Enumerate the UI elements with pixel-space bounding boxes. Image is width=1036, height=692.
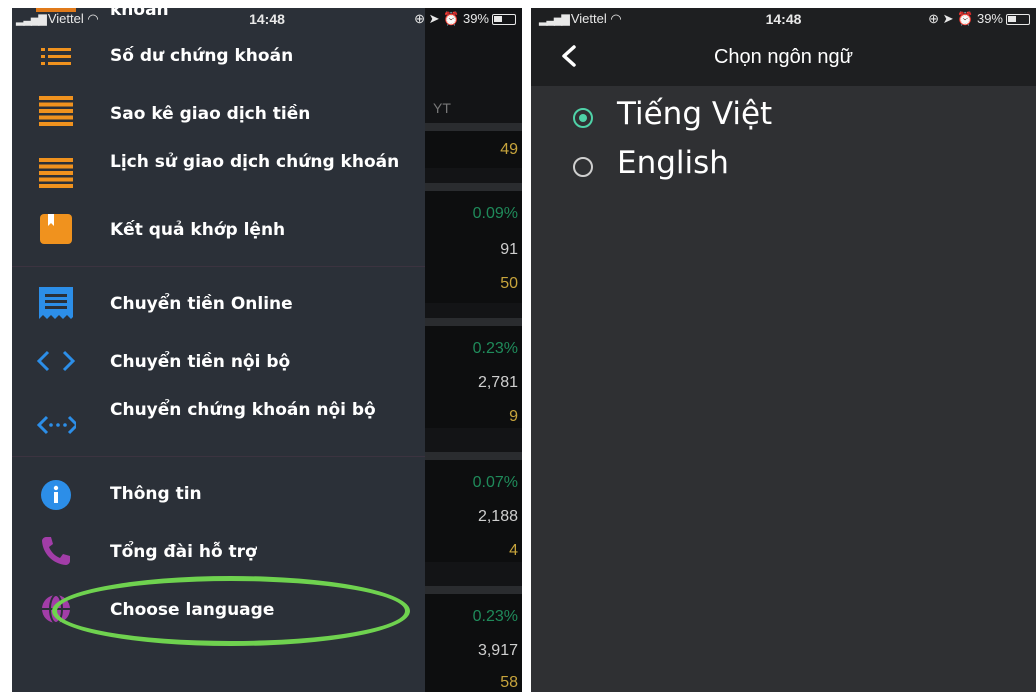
- status-bar: ▂▃▅▇ Viettel ◠ 14:48 ⊕ ➤ ⏰ 39%: [531, 8, 1036, 30]
- menu-item-thong-tin[interactable]: Thông tin: [12, 472, 425, 516]
- carrier-name: Viettel: [570, 11, 607, 26]
- page-title: Chọn ngôn ngữ: [713, 46, 854, 68]
- location-icon: ➤: [942, 11, 954, 26]
- stock-value: 49: [500, 141, 518, 158]
- list-icon: [36, 42, 76, 72]
- stock-value: 4: [509, 542, 518, 559]
- highlight-annotation: [52, 576, 410, 646]
- stock-value: 58: [500, 674, 518, 691]
- stock-change: 0.07%: [472, 474, 518, 491]
- info-icon: [36, 480, 76, 510]
- status-time: 14:48: [765, 11, 802, 27]
- menu-item-lich-su[interactable]: Lịch sử giao dịch chứng khoán: [12, 148, 425, 198]
- menu-item-label: Số dư chứng khoán: [110, 46, 294, 66]
- menu-item-chuyen-tien-noi-bo[interactable]: Chuyển tiền nội bộ: [12, 340, 425, 384]
- menu-item-tong-dai[interactable]: Tổng đài hỗ trợ: [12, 530, 425, 574]
- menu-item-label: Lịch sử giao dịch chứng khoán: [110, 152, 400, 172]
- stock-list-background: YT 49 0.09% 91 50 0.23% 2,781 9 0.07% 2,…: [425, 8, 522, 692]
- menu-item-label: Thông tin: [110, 484, 202, 504]
- nav-bar: Chọn ngôn ngữ: [531, 30, 1036, 86]
- menu-item-sao-ke[interactable]: Sao kê giao dịch tiền: [12, 92, 425, 136]
- radio-selected-icon[interactable]: [573, 108, 593, 128]
- status-bar: ▂▃▅▇ Viettel ◠ 14:48 ⊕ ➤ ⏰ 39%: [12, 8, 522, 30]
- lock-rotation-icon: ⊕: [928, 11, 939, 26]
- language-label: Tiếng Việt: [617, 96, 773, 132]
- menu-item-label: Tổng đài hỗ trợ: [110, 542, 257, 562]
- stock-row[interactable]: 49: [425, 123, 522, 168]
- status-time: 14:48: [249, 11, 285, 27]
- stock-row[interactable]: 0.07% 2,188 4: [425, 452, 522, 562]
- signal-icon: ▂▃▅▇: [16, 14, 47, 26]
- menu-item-chuyen-ck-noi-bo[interactable]: Chuyển chứng khoán nội bộ: [12, 396, 425, 446]
- stock-row[interactable]: 0.23% 3,917 58: [425, 586, 522, 692]
- stock-value: 9: [509, 408, 518, 425]
- stock-value: 50: [500, 275, 518, 292]
- side-drawer: khoản Số dư chứng khoán Sao kê giao dịch…: [12, 8, 425, 692]
- stock-value: 2,781: [477, 374, 518, 391]
- phone-icon: [36, 536, 76, 566]
- lock-rotation-icon: ⊕: [414, 11, 425, 26]
- stock-column-header: YT: [433, 100, 451, 116]
- stock-value: 91: [500, 241, 518, 258]
- statement-icon: [36, 96, 76, 126]
- status-right: ⊕ ➤ ⏰ 39%: [928, 11, 1030, 27]
- battery-percent: 39%: [976, 11, 1003, 26]
- stock-value: 3,917: [477, 642, 518, 659]
- battery-icon: [492, 14, 516, 26]
- carrier-name: Viettel: [47, 11, 84, 26]
- menu-item-label: Chuyển tiền Online: [110, 294, 293, 314]
- battery-percent: 39%: [462, 11, 489, 26]
- carrier: ▂▃▅▇ Viettel ◠: [16, 11, 99, 27]
- wifi-icon: ◠: [610, 11, 622, 26]
- menu-divider: [12, 266, 425, 267]
- language-label: English: [617, 145, 729, 181]
- menu-item-so-du[interactable]: Số dư chứng khoán: [12, 36, 425, 80]
- carrier: ▂▃▅▇ Viettel ◠: [539, 11, 622, 27]
- stock-row[interactable]: 0.09% 91 50: [425, 183, 522, 303]
- right-screen: ▂▃▅▇ Viettel ◠ 14:48 ⊕ ➤ ⏰ 39% Chọn ngôn …: [531, 8, 1036, 692]
- wifi-icon: ◠: [87, 11, 99, 26]
- menu-item-label: Chuyển chứng khoán nội bộ: [110, 400, 376, 420]
- stock-change: 0.09%: [472, 205, 518, 222]
- status-right: ⊕ ➤ ⏰ 39%: [414, 11, 516, 27]
- menu-item-chuyen-tien-online[interactable]: Chuyển tiền Online: [12, 282, 425, 326]
- stock-value: 2,188: [477, 508, 518, 525]
- location-icon: ➤: [428, 11, 440, 26]
- radio-unselected-icon[interactable]: [573, 157, 593, 177]
- menu-item-label: Kết quả khớp lệnh: [110, 220, 286, 240]
- history-icon: [36, 158, 76, 188]
- stock-change: 0.23%: [472, 340, 518, 357]
- left-screen: YT 49 0.09% 91 50 0.23% 2,781 9 0.07% 2,…: [12, 8, 522, 692]
- stock-change: 0.23%: [472, 608, 518, 625]
- menu-divider: [12, 456, 425, 457]
- menu-item-ket-qua[interactable]: Kết quả khớp lệnh: [12, 208, 425, 252]
- alarm-icon: ⏰: [957, 11, 974, 26]
- receipt-icon: [36, 287, 76, 319]
- alarm-icon: ⏰: [443, 11, 460, 26]
- menu-item-label: Chuyển tiền nội bộ: [110, 352, 291, 372]
- signal-icon: ▂▃▅▇: [539, 14, 570, 26]
- menu-item-label: Sao kê giao dịch tiền: [110, 104, 311, 124]
- dotted-arrows-icon: [36, 410, 76, 440]
- bookmark-icon: [36, 214, 76, 244]
- code-arrows-icon: [36, 346, 76, 376]
- battery-icon: [1006, 14, 1030, 26]
- stock-row[interactable]: 0.23% 2,781 9: [425, 318, 522, 428]
